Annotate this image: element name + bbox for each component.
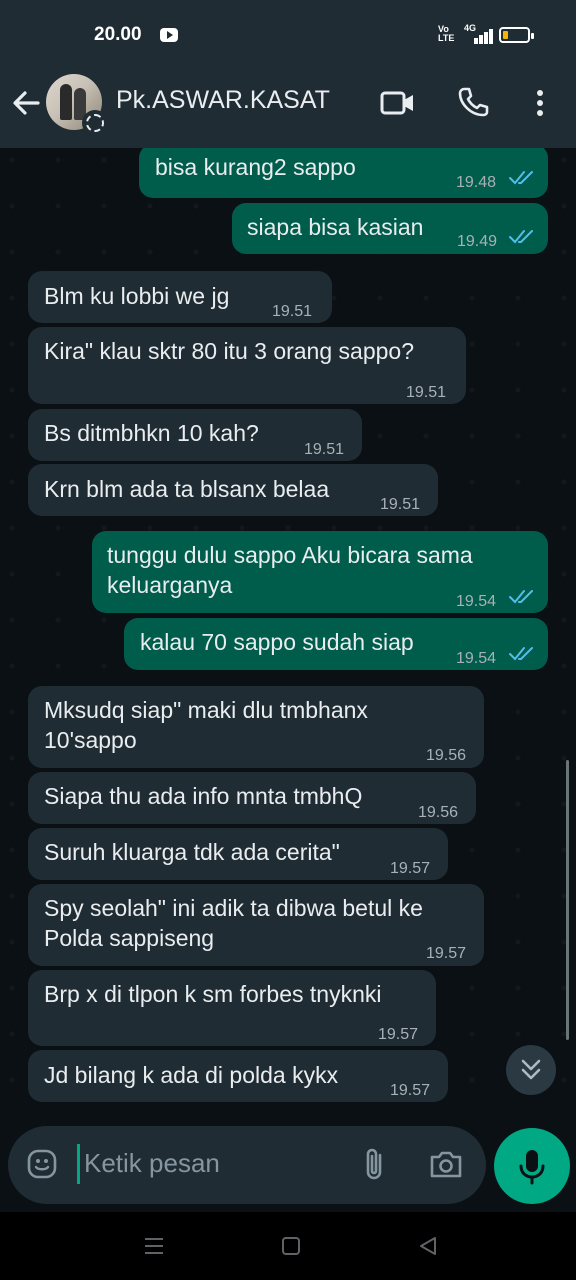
message-text: siapa bisa kasian [247, 214, 424, 240]
mic-icon [519, 1150, 545, 1185]
read-receipt-icon [509, 590, 533, 604]
text-cursor [77, 1144, 80, 1184]
message-incoming[interactable]: Siapa thu ada info mnta tmbhQ 19.56 [28, 772, 476, 824]
message-text: Suruh kluarga tdk ada cerita" [44, 839, 340, 865]
read-receipt-icon [509, 171, 533, 185]
message-text: Blm ku lobbi we jg [44, 283, 230, 309]
message-outgoing[interactable]: bisa kurang2 sappo 19.48 [139, 148, 548, 198]
message-time: 19.54 [456, 650, 497, 667]
home-icon[interactable] [281, 1236, 301, 1256]
emoji-icon[interactable] [26, 1148, 58, 1180]
chat-header: Pk.ASWAR.KASAT [0, 72, 576, 148]
scrollbar[interactable] [566, 760, 569, 1040]
message-text-line-1: tunggu dulu sappo Aku bicara sama [107, 542, 473, 568]
message-outgoing[interactable]: tunggu dulu sappo Aku bicara sama keluar… [92, 531, 548, 613]
camera-icon[interactable] [428, 1148, 464, 1180]
message-incoming[interactable]: Jd bilang k ada di polda kykx 19.57 [28, 1050, 448, 1102]
read-receipt-icon [509, 647, 533, 661]
scroll-down-icon [521, 1059, 541, 1080]
message-text-line-1: Mksudq siap" maki dlu tmbhanx [44, 697, 368, 723]
system-nav-bar [0, 1212, 576, 1280]
message-incoming[interactable]: Mksudq siap" maki dlu tmbhanx 10'sappo 1… [28, 686, 484, 768]
message-incoming[interactable]: Krn blm ada ta blsanx belaa 19.51 [28, 464, 438, 516]
message-incoming[interactable]: Brp x di tlpon k sm forbes tnyknki 19.57 [28, 970, 436, 1046]
message-text: Kira" klau sktr 80 itu 3 orang sappo? [44, 338, 414, 364]
message-time: 19.57 [390, 1082, 431, 1099]
message-time: 19.51 [272, 303, 313, 320]
message-incoming[interactable]: Suruh kluarga tdk ada cerita" 19.57 [28, 828, 448, 880]
message-text-line-1: Spy seolah" ini adik ta dibwa betul ke [44, 895, 423, 921]
message-time: 19.54 [456, 593, 497, 610]
message-text: Jd bilang k ada di polda kykx [44, 1062, 339, 1088]
volte-indicator: Vo LTE [438, 24, 455, 43]
message-time: 19.57 [378, 1026, 419, 1043]
message-outgoing[interactable]: siapa bisa kasian 19.49 [232, 203, 548, 254]
status-bar: 20.00 Vo LTE 4G [0, 0, 576, 72]
message-text: kalau 70 sappo sudah siap [140, 629, 414, 655]
scroll-to-bottom-button[interactable] [506, 1045, 556, 1095]
message-text: Krn blm ada ta blsanx belaa [44, 476, 330, 502]
message-text: Brp x di tlpon k sm forbes tnyknki [44, 981, 382, 1007]
recent-apps-icon[interactable] [144, 1236, 164, 1256]
message-text: bisa kurang2 sappo [155, 154, 356, 180]
message-time: 19.51 [380, 496, 421, 513]
message-list[interactable]: bisa kurang2 sappo 19.48 siapa bisa kasi… [0, 148, 576, 1106]
message-incoming[interactable]: Spy seolah" ini adik ta dibwa betul ke P… [28, 884, 484, 966]
status-time: 20.00 [94, 24, 142, 45]
message-composer: Ketik pesan [8, 1126, 486, 1204]
message-text-line-2: Polda sappiseng [44, 925, 215, 951]
back-arrow-icon[interactable] [10, 87, 42, 119]
voice-call-icon[interactable] [456, 85, 490, 119]
message-input[interactable]: Ketik pesan [84, 1148, 220, 1179]
status-update-icon [82, 110, 108, 136]
battery-icon [499, 27, 534, 43]
voice-message-button[interactable] [494, 1128, 570, 1204]
more-options-icon[interactable] [526, 87, 554, 119]
message-incoming[interactable]: Blm ku lobbi we jg 19.51 [28, 271, 332, 323]
message-time: 19.56 [418, 804, 459, 821]
contact-name[interactable]: Pk.ASWAR.KASAT [116, 86, 330, 115]
back-nav-icon[interactable] [418, 1236, 438, 1256]
message-text: Siapa thu ada info mnta tmbhQ [44, 783, 363, 809]
message-incoming[interactable]: Bs ditmbhkn 10 kah? 19.51 [28, 409, 362, 461]
message-text-line-2: keluarganya [107, 572, 233, 598]
signal-strength-icon [470, 28, 493, 44]
message-time: 19.51 [304, 441, 345, 458]
read-receipt-icon [509, 230, 533, 244]
message-text-line-2: 10'sappo [44, 727, 137, 753]
message-time: 19.48 [456, 174, 497, 191]
message-time: 19.56 [426, 747, 467, 764]
message-text: Bs ditmbhkn 10 kah? [44, 420, 259, 446]
message-time: 19.51 [406, 384, 447, 401]
message-outgoing[interactable]: kalau 70 sappo sudah siap 19.54 [124, 618, 548, 670]
youtube-notification-icon [160, 28, 178, 42]
video-call-icon[interactable] [380, 88, 416, 118]
message-time: 19.57 [390, 860, 431, 877]
message-time: 19.49 [457, 233, 498, 250]
message-time: 19.57 [426, 945, 467, 962]
attach-icon[interactable] [360, 1146, 390, 1182]
message-incoming[interactable]: Kira" klau sktr 80 itu 3 orang sappo? 19… [28, 327, 466, 404]
